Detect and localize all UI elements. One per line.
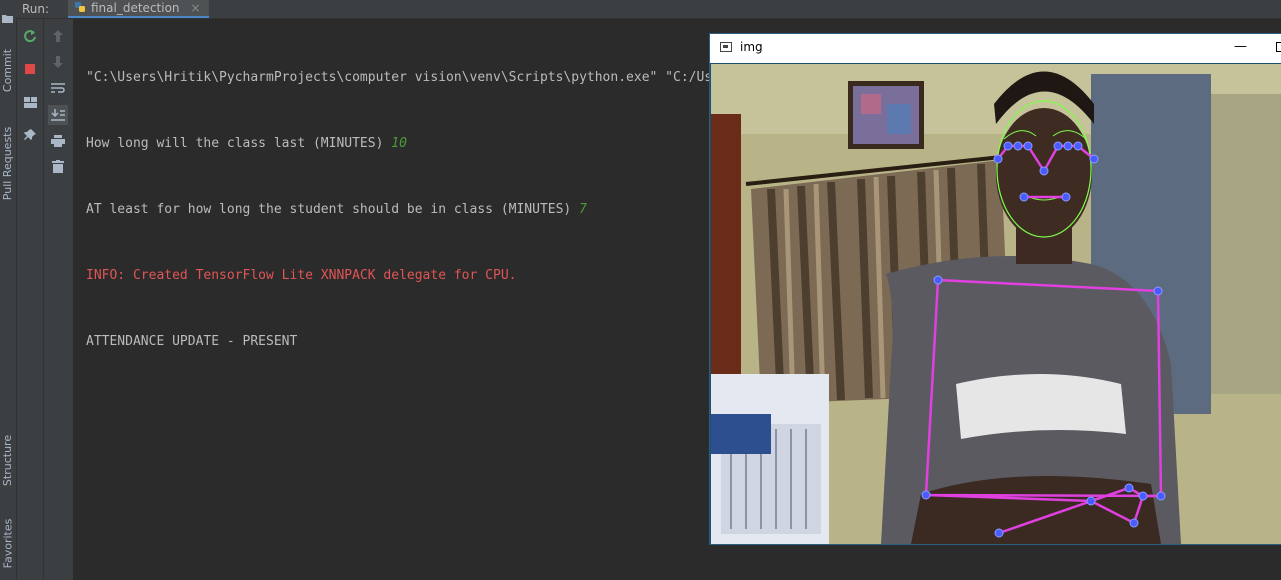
cooler-panel (711, 414, 771, 454)
img-window[interactable]: img — (709, 33, 1281, 545)
picture-detail (861, 94, 881, 114)
img-window-titlebar[interactable]: img — (710, 34, 1281, 63)
project-folder-icon[interactable] (2, 8, 13, 23)
scroll-to-end-icon[interactable] (48, 105, 68, 125)
shirt-print (956, 374, 1126, 439)
left-tool-strip: Commit Pull Requests Structure Favorites (0, 0, 17, 580)
sidebar-item-favorites[interactable]: Favorites (0, 510, 16, 576)
minimize-icon[interactable]: — (1234, 39, 1247, 54)
door-left (711, 114, 741, 414)
sidebar-item-commit[interactable]: Commit (0, 40, 16, 100)
sidebar-item-label: Structure (1, 434, 15, 486)
rerun-icon[interactable] (22, 28, 38, 44)
picture-detail (887, 104, 911, 134)
layout-icon[interactable] (22, 94, 38, 110)
python-icon (74, 1, 86, 16)
console-actions-column (44, 19, 74, 580)
pin-icon[interactable] (22, 127, 38, 143)
run-label: Run: (22, 2, 50, 16)
sidebar-item-structure[interactable]: Structure (0, 425, 16, 495)
print-icon[interactable] (50, 133, 66, 149)
run-header: Run: final_detection × (16, 0, 1281, 19)
sidebar-item-label: Commit (1, 48, 15, 92)
tab-final-detection[interactable]: final_detection × (68, 0, 209, 18)
webcam-frame (711, 64, 1281, 544)
soft-wrap-icon[interactable] (50, 81, 66, 97)
window-icon (720, 42, 732, 52)
stop-icon[interactable] (22, 61, 38, 77)
img-window-title: img (740, 40, 763, 54)
console-prompt-text: How long will the class last (MINUTES) (86, 136, 392, 151)
trash-icon[interactable] (50, 158, 66, 174)
close-icon[interactable]: × (191, 1, 201, 15)
console-user-input: 10 (391, 136, 407, 151)
run-actions-column (17, 19, 44, 580)
maximize-icon[interactable] (1276, 42, 1281, 52)
console-user-input: 7 (579, 202, 587, 217)
sidebar-item-label: Pull Requests (1, 126, 15, 200)
sidebar-item-pull-requests[interactable]: Pull Requests (0, 118, 16, 208)
sidebar-item-label: Favorites (1, 518, 15, 568)
wall-right (1211, 94, 1281, 394)
arrow-down-icon[interactable] (50, 54, 66, 70)
console-prompt-text: AT least for how long the student should… (86, 202, 580, 217)
tab-label: final_detection (91, 1, 180, 15)
arrow-up-icon[interactable] (50, 28, 66, 44)
